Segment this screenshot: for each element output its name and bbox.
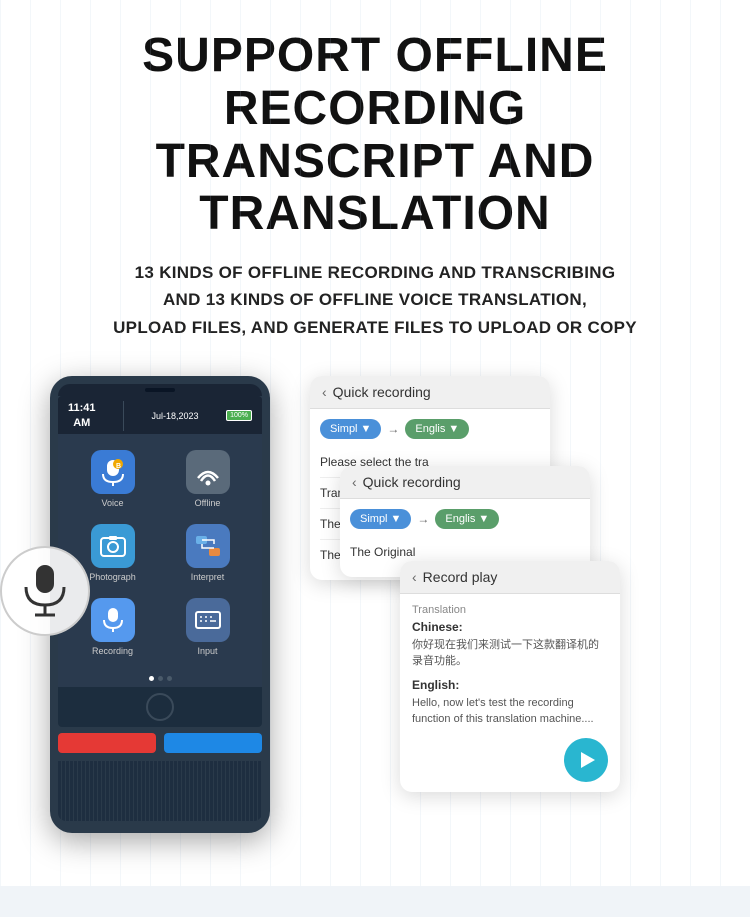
screen-date: Jul-18,2023 <box>152 411 199 421</box>
panel1-lang-to[interactable]: Englis ▼ <box>405 419 469 439</box>
device-buttons-row <box>58 733 262 753</box>
panel1-lang-row: Simpl ▼ → Englis ▼ <box>320 419 540 439</box>
screen-time: 11:41 AM <box>68 401 96 430</box>
app-voice[interactable]: B Voice <box>66 442 159 514</box>
panel2-lang-row: Simpl ▼ → Englis ▼ <box>350 509 580 529</box>
dot-2 <box>158 676 163 681</box>
dot-3 <box>167 676 172 681</box>
screen-header: 11:41 AM Jul-18,2023 100% <box>58 396 262 434</box>
panel1-back-icon[interactable]: ‹ <box>322 384 327 400</box>
panels-stack: ‹ Quick recording Simpl ▼ → Englis ▼ <box>310 376 720 856</box>
app-input[interactable]: Input <box>161 590 254 662</box>
panel3-title: Record play <box>423 569 498 585</box>
battery-indicator: 100% <box>226 410 252 421</box>
panel1-header: ‹ Quick recording <box>310 376 550 409</box>
interpret-app-label: Interpret <box>191 572 225 582</box>
screen-divider <box>123 401 124 431</box>
subtitle: 13 KINDS OF OFFLINE RECORDING AND TRANSC… <box>30 259 720 341</box>
red-button[interactable] <box>58 733 156 753</box>
app-grid: B Voice Offline <box>58 434 262 670</box>
content-area: 11:41 AM Jul-18,2023 100% B Voice <box>0 356 750 886</box>
device-top <box>58 384 262 396</box>
header: SUPPORT OFFLINE RECORDING TRANSCRIPT AND… <box>0 0 750 356</box>
device-wrapper: 11:41 AM Jul-18,2023 100% B Voice <box>30 376 290 833</box>
app-interpret[interactable]: Interpret <box>161 516 254 588</box>
offline-app-label: Offline <box>195 498 221 508</box>
app-offline[interactable]: Offline <box>161 442 254 514</box>
interpret-app-icon <box>186 524 230 568</box>
panel2-header: ‹ Quick recording <box>340 466 590 499</box>
panel2-lang-from[interactable]: Simpl ▼ <box>350 509 411 529</box>
blue-button[interactable] <box>164 733 262 753</box>
panel2-title: Quick recording <box>363 474 461 490</box>
home-button[interactable] <box>146 693 174 721</box>
voice-app-icon: B <box>91 450 135 494</box>
panel3-header: ‹ Record play <box>400 561 620 594</box>
voice-app-label: Voice <box>101 498 123 508</box>
svg-text:B: B <box>116 463 121 470</box>
page-wrapper: SUPPORT OFFLINE RECORDING TRANSCRIPT AND… <box>0 0 750 886</box>
panel3-english-label: English: <box>412 678 608 692</box>
recording-app-label: Recording <box>92 646 133 656</box>
panel1-lang-arrow: → <box>387 422 399 436</box>
input-app-label: Input <box>197 646 217 656</box>
screen[interactable]: 11:41 AM Jul-18,2023 100% B Voice <box>58 396 262 727</box>
panel2-back-icon[interactable]: ‹ <box>352 474 357 490</box>
photograph-app-icon <box>91 524 135 568</box>
panel2-lang-arrow: → <box>417 512 429 526</box>
offline-app-icon <box>186 450 230 494</box>
panel-record-play: ‹ Record play Translation Chinese: 你好现在我… <box>400 561 620 792</box>
device-speaker <box>58 761 262 821</box>
panel3-translation-label: Translation <box>412 604 608 616</box>
recording-app-icon <box>91 598 135 642</box>
panel3-chinese-label: Chinese: <box>412 620 608 634</box>
main-title: SUPPORT OFFLINE RECORDING TRANSCRIPT AND… <box>30 30 720 241</box>
mic-circle <box>0 546 90 636</box>
photograph-app-label: Photograph <box>89 572 136 582</box>
panel1-title: Quick recording <box>333 384 431 400</box>
dot-1 <box>149 676 154 681</box>
panel3-body: Translation Chinese: 你好现在我们来测试一下这款翻译机的录音… <box>400 594 620 792</box>
panel1-lang-from[interactable]: Simpl ▼ <box>320 419 381 439</box>
microphone-icon <box>20 563 70 618</box>
panel2-lang-to[interactable]: Englis ▼ <box>435 509 499 529</box>
play-button[interactable] <box>564 738 608 782</box>
panel3-chinese-text: 你好现在我们来测试一下这款翻译机的录音功能。 <box>412 637 608 670</box>
screen-dots <box>58 670 262 687</box>
panel3-english-text: Hello, now let's test the recording func… <box>412 695 608 728</box>
panel3-back-icon[interactable]: ‹ <box>412 569 417 585</box>
play-icon <box>581 752 595 768</box>
input-app-icon <box>186 598 230 642</box>
